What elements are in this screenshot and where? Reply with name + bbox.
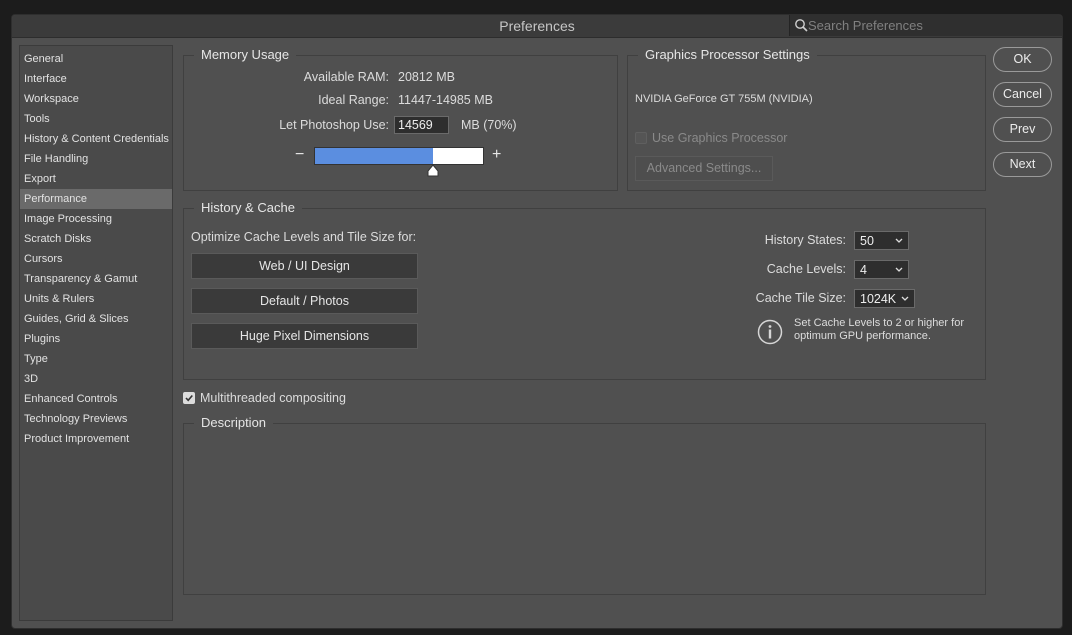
sidebar-list: General Interface Workspace Tools History & …	[20, 46, 172, 449]
sidebar-item-plugins[interactable]: Plugins	[20, 329, 172, 349]
web-ui-design-button[interactable]: Web / UI Design	[191, 253, 418, 279]
sidebar-item-history-content-credentials[interactable]: History & Content Credentials	[20, 129, 172, 149]
prev-button[interactable]: Prev	[993, 117, 1052, 142]
search-input[interactable]	[808, 15, 1048, 36]
gpu-device-name: NVIDIA GeForce GT 755M (NVIDIA)	[635, 93, 813, 105]
available-ram-label: Available RAM:	[303, 70, 389, 84]
title-bar: Preferences	[12, 15, 1062, 38]
photoshop-use-input[interactable]	[394, 116, 449, 134]
chevron-down-icon	[900, 293, 910, 305]
history-cache-title: History & Cache	[194, 200, 302, 215]
search-box[interactable]	[789, 15, 1062, 36]
description-group: Description	[183, 415, 986, 595]
sidebar-item-image-processing[interactable]: Image Processing	[20, 209, 172, 229]
memory-slider-handle[interactable]	[427, 164, 439, 178]
cache-tile-size-label: Cache Tile Size:	[755, 291, 846, 305]
history-states-value: 50	[860, 234, 874, 248]
next-button[interactable]: Next	[993, 152, 1052, 177]
huge-pixel-dimensions-button[interactable]: Huge Pixel Dimensions	[191, 323, 418, 349]
chevron-down-icon	[894, 264, 904, 276]
history-states-label: History States:	[764, 233, 846, 247]
check-icon	[185, 394, 193, 402]
sidebar-item-export[interactable]: Export	[20, 169, 172, 189]
sidebar-item-cursors[interactable]: Cursors	[20, 249, 172, 269]
ideal-range-value: 11447-14985 MB	[398, 93, 493, 107]
decrease-memory-button[interactable]: −	[295, 146, 304, 164]
info-text-line2: optimum GPU performance.	[794, 330, 931, 342]
photoshop-use-suffix: MB (70%)	[461, 118, 517, 132]
ok-button[interactable]: OK	[993, 47, 1052, 72]
default-photos-button[interactable]: Default / Photos	[191, 288, 418, 314]
history-states-select[interactable]: 50	[854, 231, 909, 250]
gpu-settings-title: Graphics Processor Settings	[638, 47, 817, 62]
cache-tile-size-value: 1024K	[860, 292, 897, 306]
increase-memory-button[interactable]: +	[492, 146, 501, 164]
info-text-line1: Set Cache Levels to 2 or higher for	[794, 317, 964, 329]
memory-slider-fill	[315, 148, 433, 164]
cache-levels-label: Cache Levels:	[766, 262, 846, 276]
available-ram-value: 20812 MB	[398, 70, 455, 84]
photoshop-use-label: Let Photoshop Use:	[279, 118, 389, 132]
sidebar-item-tools[interactable]: Tools	[20, 109, 172, 129]
multithreaded-checkbox[interactable]	[183, 392, 195, 404]
cancel-button[interactable]: Cancel	[993, 82, 1052, 107]
description-title: Description	[194, 415, 274, 430]
memory-slider[interactable]	[314, 147, 484, 165]
cache-tile-size-select[interactable]: 1024K	[854, 289, 915, 308]
cache-levels-select[interactable]: 4	[854, 260, 909, 279]
sidebar-item-workspace[interactable]: Workspace	[20, 89, 172, 109]
sidebar-item-type[interactable]: Type	[20, 349, 172, 369]
preferences-dialog: Preferences GeneralInterfaceWorkspaceToo…	[11, 14, 1063, 629]
use-gpu-checkbox[interactable]	[635, 132, 647, 144]
cache-levels-value: 4	[860, 263, 867, 277]
use-gpu-label: Use Graphics Processor	[652, 131, 788, 145]
sidebar-item-scratch-disks[interactable]: Scratch Disks	[20, 229, 172, 249]
sidebar-item-transparency-gamut[interactable]: Transparency & Gamut	[20, 269, 172, 289]
sidebar-item-units-rulers[interactable]: Units & Rulers	[20, 289, 172, 309]
sidebar: General Interface Workspace Tools History & …	[19, 45, 173, 621]
sidebar-item-product-improvement[interactable]: Product Improvement	[20, 429, 172, 449]
sidebar-item-performance[interactable]: Performance	[20, 189, 172, 209]
optimize-label: Optimize Cache Levels and Tile Size for:	[191, 230, 417, 244]
sidebar-item-general[interactable]: General	[20, 49, 172, 69]
sidebar-item-enhanced-controls[interactable]: Enhanced Controls	[20, 389, 172, 409]
sidebar-item-technology-previews[interactable]: Technology Previews	[20, 409, 172, 429]
search-icon	[794, 18, 808, 32]
advanced-settings-button[interactable]: Advanced Settings...	[635, 156, 773, 181]
memory-usage-title: Memory Usage	[194, 47, 297, 62]
sidebar-item-3d[interactable]: 3D	[20, 369, 172, 389]
sidebar-item-file-handling[interactable]: File Handling	[20, 149, 172, 169]
sidebar-item-interface[interactable]: Interface	[20, 69, 172, 89]
ideal-range-label: Ideal Range:	[318, 93, 389, 107]
chevron-down-icon	[894, 235, 904, 247]
sidebar-item-guides-grid-slices[interactable]: Guides, Grid & Slices	[20, 309, 172, 329]
info-icon	[757, 319, 783, 345]
multithreaded-label: Multithreaded compositing	[200, 391, 346, 405]
